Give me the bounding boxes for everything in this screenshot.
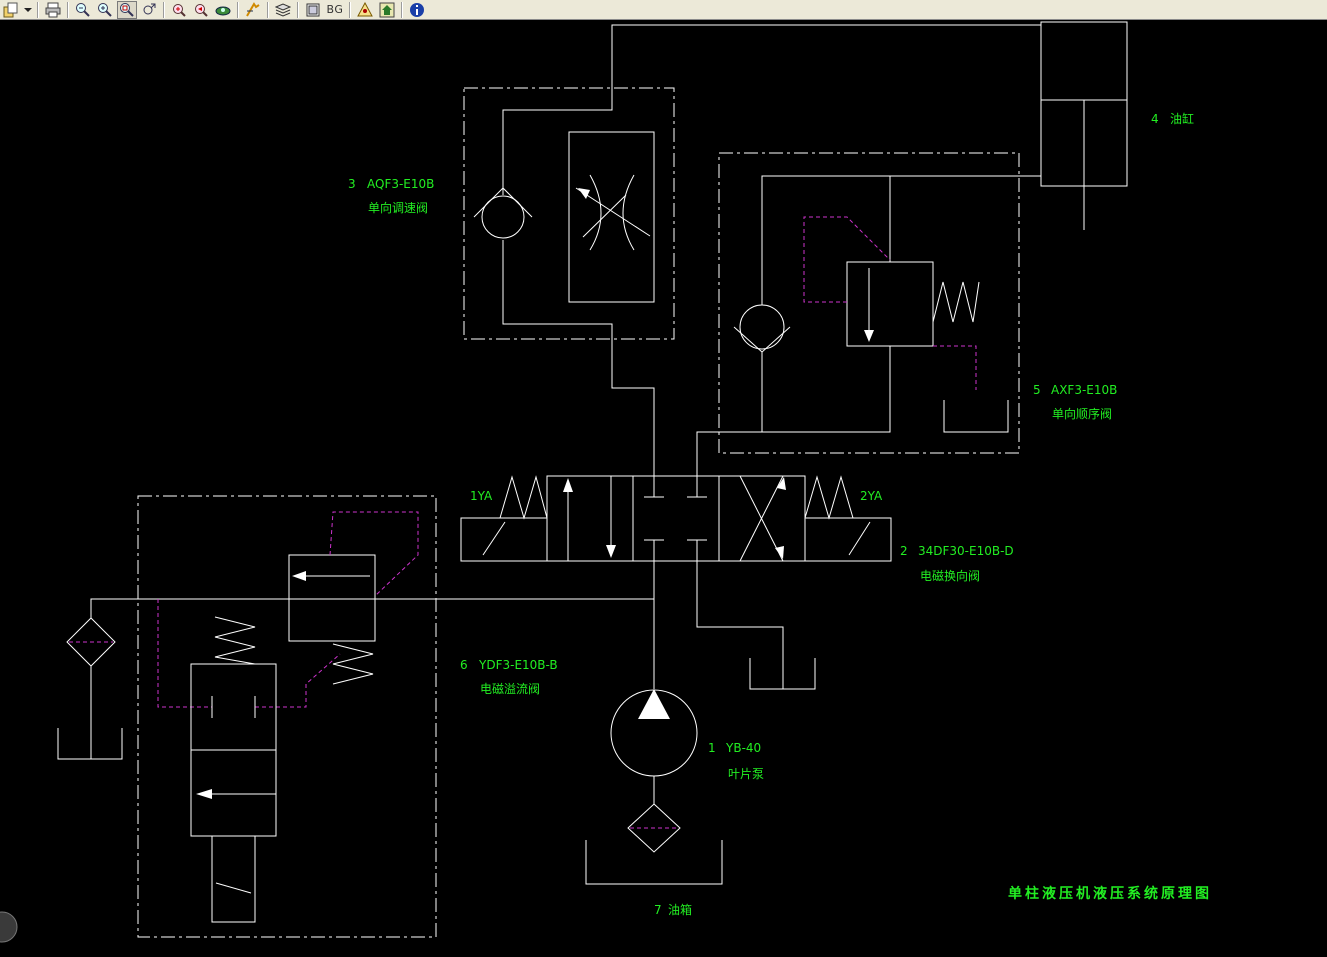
seqvalve-model-label: AXF3-E10B xyxy=(1051,383,1117,397)
toolbar-separator xyxy=(401,1,403,18)
measure-icon[interactable] xyxy=(243,1,263,19)
pump-name-label: 叶片泵 xyxy=(728,767,764,781)
tank-filter xyxy=(585,803,723,885)
hydraulic-cylinder xyxy=(1040,21,1128,230)
relief-number-label: 6 xyxy=(460,658,468,672)
zoom-pan-icon[interactable] xyxy=(139,1,159,19)
solenoid-2ya-label: 2YA xyxy=(860,489,883,503)
pump-number-label: 1 xyxy=(708,741,716,755)
toolbar-separator xyxy=(237,1,239,18)
tank-number-label: 7 xyxy=(654,903,662,917)
view-3d-icon[interactable] xyxy=(213,1,233,19)
toolbar-separator xyxy=(37,1,39,18)
lock-icon[interactable] xyxy=(355,1,375,19)
pump-model-label: YB-40 xyxy=(725,741,761,755)
toolbar-separator xyxy=(297,1,299,18)
cylinder-number-label: 4 xyxy=(1151,112,1159,126)
open-dropdown-chevron-icon[interactable] xyxy=(23,1,33,19)
dirvalve-name-label: 电磁换向阀 xyxy=(920,568,980,583)
pipeline xyxy=(90,561,816,690)
diagram-title: 单柱液压机液压系统原理图 xyxy=(1008,885,1212,902)
open-icon[interactable] xyxy=(1,1,21,19)
toolbar-separator xyxy=(349,1,351,18)
zoom-window-icon[interactable] xyxy=(117,0,137,19)
zoom-extents-icon[interactable] xyxy=(169,1,189,19)
dirvalve-model-label: 34DF30-E10B-D xyxy=(918,544,1014,558)
seqvalve-number-label: 5 xyxy=(1033,383,1041,397)
viewer-toolbar: BG xyxy=(0,0,1327,20)
throttle-number-label: 3 xyxy=(348,177,356,191)
component-labels: 4 油缸 3 AQF3-E10B 单向调速阀 5 AXF3-E10B 单向顺序阀… xyxy=(348,111,1212,917)
throttle-model-label: AQF3-E10B xyxy=(367,177,434,191)
drawing-canvas[interactable]: 4 油缸 3 AQF3-E10B 单向调速阀 5 AXF3-E10B 单向顺序阀… xyxy=(0,20,1327,957)
layers-icon[interactable] xyxy=(273,1,293,19)
one-way-speed-valve xyxy=(463,87,675,476)
solenoid-directional-valve xyxy=(460,475,892,562)
one-way-sequence-valve xyxy=(696,152,1020,476)
return-filter xyxy=(57,617,123,760)
toolbar-separator xyxy=(267,1,269,18)
background-toggle-label: BG xyxy=(326,3,344,16)
dirvalve-number-label: 2 xyxy=(900,544,908,558)
home-icon[interactable] xyxy=(377,1,397,19)
toolbar-separator xyxy=(163,1,165,18)
frame-icon[interactable] xyxy=(303,1,323,19)
tank-name-label: 油箱 xyxy=(668,902,692,917)
throttle-name-label: 单向调速阀 xyxy=(368,200,428,215)
navigation-widget[interactable] xyxy=(0,911,18,943)
zoom-previous-icon[interactable] xyxy=(191,1,211,19)
pipeline xyxy=(611,24,1041,305)
cylinder-name-label: 油缸 xyxy=(1170,111,1194,126)
background-toggle[interactable]: BG xyxy=(325,1,345,19)
vane-pump xyxy=(610,689,698,804)
print-icon[interactable] xyxy=(43,1,63,19)
zoom-out-icon[interactable] xyxy=(73,1,93,19)
seqvalve-name-label: 单向顺序阀 xyxy=(1052,406,1112,421)
relief-name-label: 电磁溢流阀 xyxy=(480,681,540,696)
toolbar-separator xyxy=(67,1,69,18)
zoom-in-icon[interactable] xyxy=(95,1,115,19)
solenoid-1ya-label: 1YA xyxy=(470,489,493,503)
info-icon[interactable] xyxy=(407,1,427,19)
solenoid-relief-valve xyxy=(137,495,437,938)
relief-model-label: YDF3-E10B-B xyxy=(478,658,558,672)
